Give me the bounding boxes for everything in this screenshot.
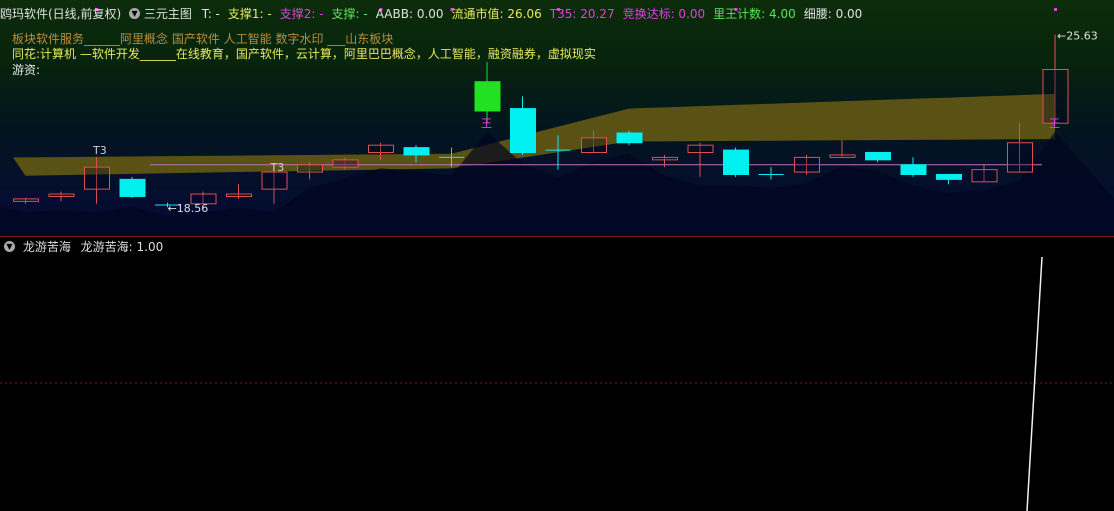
indicator-value-2: 支撑2: - xyxy=(279,7,324,21)
t3-marker: T3 xyxy=(270,161,285,174)
candle-body xyxy=(687,144,714,154)
chevron-down-icon[interactable]: ▼ xyxy=(129,8,141,19)
candle-8[interactable] xyxy=(297,162,323,180)
wang-marker: 王 xyxy=(1049,117,1060,130)
app-title: 鸥玛软件(日线,前复权) xyxy=(0,7,122,21)
candle-body xyxy=(723,149,749,175)
ths-label: 同花: xyxy=(12,47,41,61)
high-price-label: ←25.63 xyxy=(1057,30,1098,43)
ths-concept-line: 同花:计算机 —软件开发______在线教育，国产软件，云计算，阿里巴巴概念，人… xyxy=(12,45,596,62)
candle-14[interactable] xyxy=(510,96,536,155)
candle-body xyxy=(581,137,607,154)
indicator-name[interactable]: 三元主图 xyxy=(144,7,192,21)
sub-indicator-name[interactable]: 龙游苦海 xyxy=(23,240,71,254)
candle-body xyxy=(829,154,856,158)
candle-18[interactable] xyxy=(652,154,678,168)
candle-body xyxy=(403,147,430,156)
candle-3[interactable] xyxy=(119,176,146,198)
candle-body xyxy=(900,164,927,175)
candle-body xyxy=(652,156,678,161)
signal-dot xyxy=(1054,8,1057,11)
indicator-info-bar: 鸥玛软件(日线,前复权) ▼ 三元主图 T: - 支撑1: - 支撑2: - 支撑: … xyxy=(0,5,870,23)
candle-26[interactable] xyxy=(936,173,962,185)
indicator-value-9: 细腰: 0.00 xyxy=(803,7,863,21)
sub-indicator-title-bar: ▼ 龙游苦海 龙游苦海: 1.00 xyxy=(0,239,163,255)
candle-27[interactable] xyxy=(971,164,998,183)
indicator-value-0: T: - xyxy=(201,7,220,21)
indicator-value-4: AABB: 0.00 xyxy=(375,7,444,21)
candle-20[interactable] xyxy=(723,147,749,177)
candle-body xyxy=(48,193,75,197)
candle-body xyxy=(865,152,891,161)
candle-29[interactable] xyxy=(1042,34,1069,124)
candle-body xyxy=(119,178,146,197)
candle-21[interactable] xyxy=(758,167,784,180)
t3-marker: T3 xyxy=(92,144,107,157)
candle-body xyxy=(1042,69,1069,124)
candle-body xyxy=(84,166,110,190)
indicator-value-5: 流通市值: 26.06 xyxy=(451,7,542,21)
sub-indicator-value: 龙游苦海: 1.00 xyxy=(80,240,164,254)
candle-23[interactable] xyxy=(829,140,856,158)
candle-22[interactable] xyxy=(794,154,820,175)
low-price-label: ←18.56 xyxy=(168,202,209,215)
candle-body xyxy=(13,198,39,202)
candle-body xyxy=(1007,142,1033,173)
candle-body xyxy=(261,171,288,190)
candle-0[interactable] xyxy=(13,197,39,204)
main-chart-panel[interactable]: T3 T3 王 王 ←25.63 ←18.56 鸥玛软件(日线,前复权) ▼ 三元主图 T… xyxy=(0,0,1114,236)
candle-body xyxy=(616,132,643,144)
candle-13[interactable] xyxy=(474,62,501,124)
youzi-label: 游资: xyxy=(12,63,41,77)
sub-indicator-panel[interactable]: ▼ 龙游苦海 龙游苦海: 1.00 xyxy=(0,237,1114,511)
sub-indicator-line xyxy=(1026,256,1043,511)
indicator-value-3: 支撑: - xyxy=(331,7,368,21)
candle-body xyxy=(226,193,252,197)
candle-17[interactable] xyxy=(616,130,643,146)
candle-body xyxy=(474,81,501,112)
candle-body xyxy=(368,144,394,154)
candle-24[interactable] xyxy=(865,152,891,163)
sub-indicator-chart xyxy=(0,256,1114,511)
indicator-value-1: 支撑1: - xyxy=(227,7,272,21)
indicator-values: T: - 支撑1: - 支撑2: - 支撑: - AABB: 0.00 流通市值: 26.… xyxy=(202,7,871,21)
candle-6[interactable] xyxy=(226,184,252,199)
candle-body xyxy=(936,173,962,180)
candle-body xyxy=(971,169,998,183)
indicator-value-7: 竞换达标: 0.00 xyxy=(622,7,706,21)
candle-1[interactable] xyxy=(48,191,75,202)
candle-body xyxy=(297,164,323,173)
indicator-value-6: T35: 20.27 xyxy=(549,7,615,21)
candle-body xyxy=(794,156,820,173)
ths-concepts: 计算机 —软件开发______在线教育，国产软件，云计算，阿里巴巴概念，人工智能… xyxy=(40,47,596,61)
candle-19[interactable] xyxy=(687,142,714,177)
indicator-value-8: 里王计数: 4.00 xyxy=(713,7,796,21)
chevron-down-icon[interactable]: ▼ xyxy=(4,241,15,252)
candle-body xyxy=(332,159,359,168)
wang-marker: 王 xyxy=(481,117,492,130)
candle-25[interactable] xyxy=(900,157,927,177)
candle-body xyxy=(510,108,536,154)
